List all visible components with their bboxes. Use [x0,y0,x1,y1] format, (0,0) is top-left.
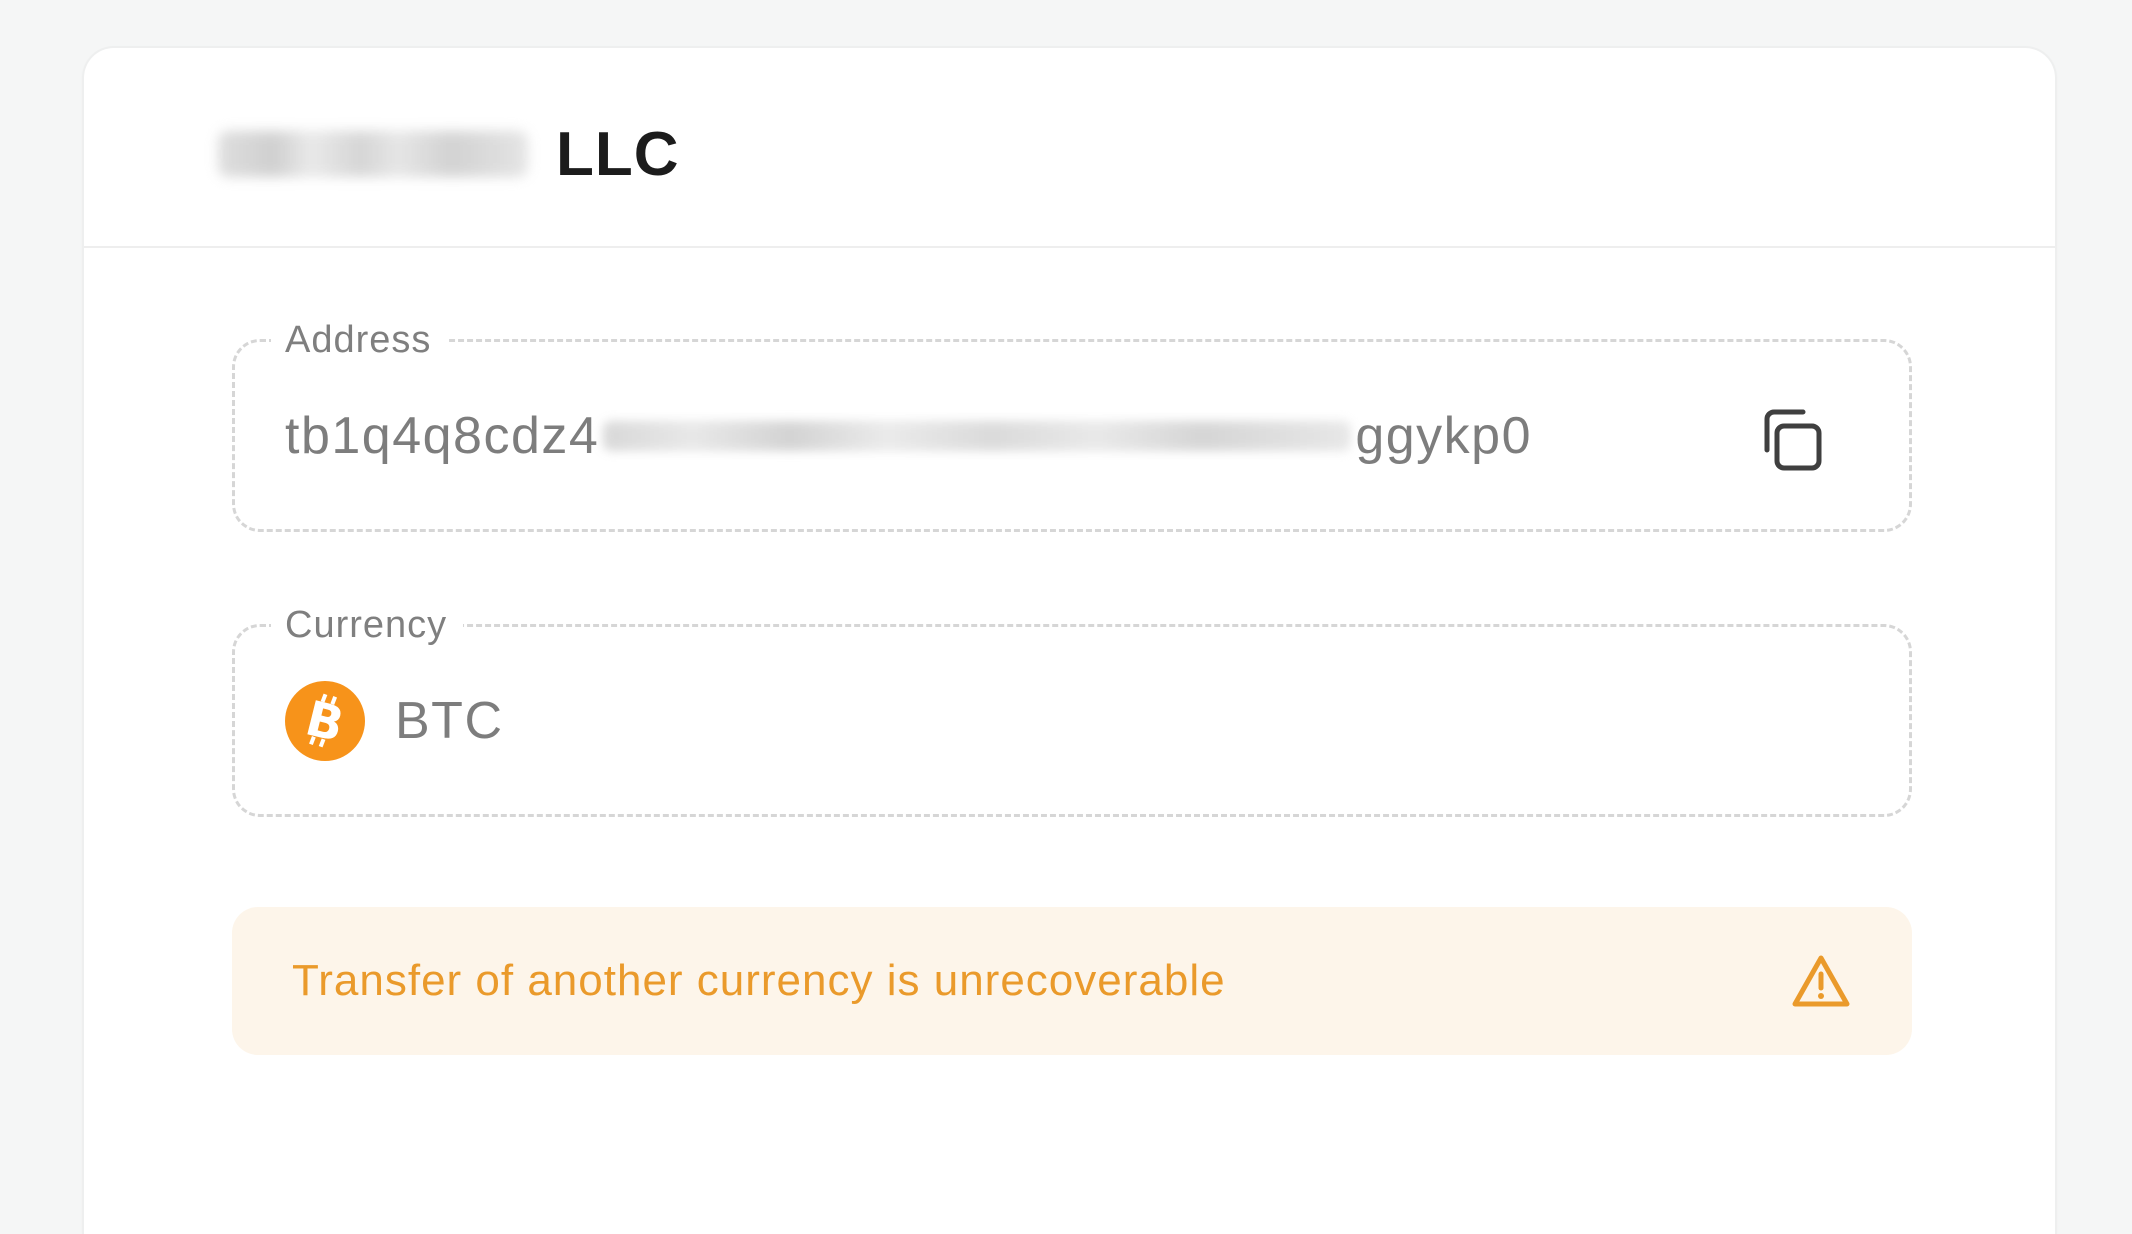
redacted-address-middle [603,420,1352,451]
address-field: Address tb1q4q8cdz4 ggykp0 [232,316,1912,532]
page-title: LLC [218,114,680,194]
wallet-card: LLC Address tb1q4q8cdz4 ggykp0 Currency … [82,46,2057,1234]
address-value-start: tb1q4q8cdz4 [285,406,600,465]
copy-icon[interactable] [1757,406,1825,474]
currency-value: B BTC [285,627,504,814]
address-value-end: ggykp0 [1355,406,1532,465]
warning-triangle-icon [1792,955,1850,1007]
warning-text: Transfer of another currency is unrecove… [292,956,1226,1005]
redacted-company-name [218,131,528,177]
currency-field: Currency B BTC [232,601,1912,817]
bitcoin-icon: B [285,680,365,761]
address-value[interactable]: tb1q4q8cdz4 ggykp0 [285,342,1532,529]
card-header: LLC [84,48,2055,248]
warning-banner: Transfer of another currency is unrecove… [232,907,1912,1055]
currency-code: BTC [395,691,504,750]
title-suffix: LLC [556,119,680,189]
